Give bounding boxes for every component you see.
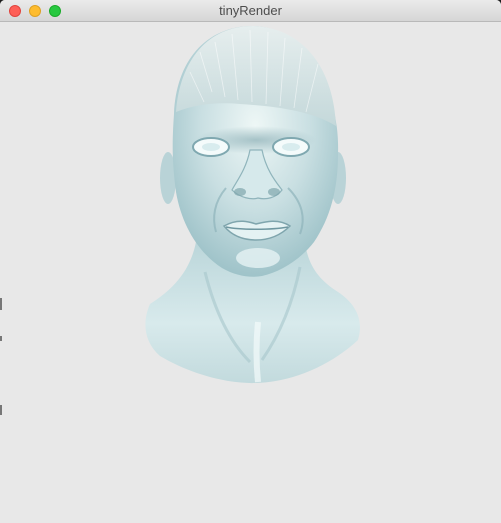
head-render-image — [145, 26, 360, 384]
title-bar[interactable]: tinyRender — [0, 0, 501, 22]
render-canvas[interactable] — [0, 22, 501, 523]
window-title: tinyRender — [219, 3, 282, 18]
app-window: tinyRender — [0, 0, 501, 523]
